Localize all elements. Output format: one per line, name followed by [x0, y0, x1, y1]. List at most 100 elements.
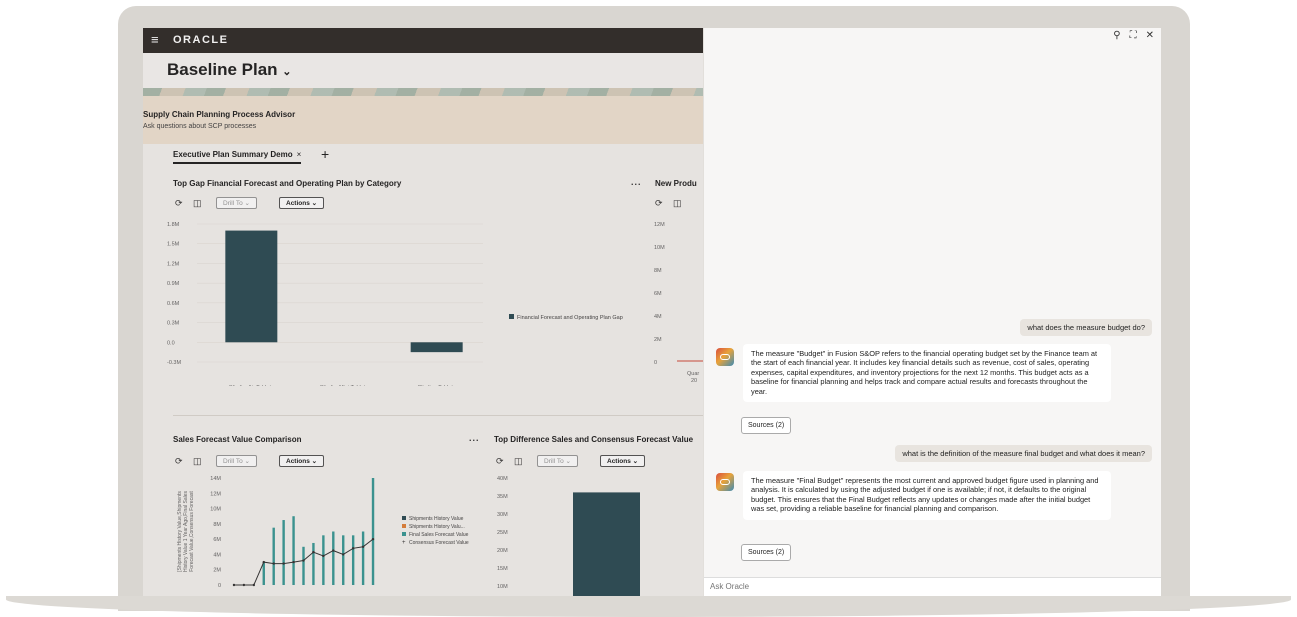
view-icon[interactable]: ◫ [673, 198, 682, 209]
y-tick-label: 40M [497, 476, 508, 482]
actions-label: Actions [286, 200, 310, 207]
legend-label: Financial Forecast and Operating Plan Ga… [517, 315, 623, 321]
bar [342, 535, 345, 585]
legend-marker: + [402, 540, 406, 546]
y-tick-label: 15M [497, 566, 508, 572]
y-tick-label: 8M [213, 522, 221, 528]
view-icon[interactable]: ◫ [514, 456, 523, 467]
decorative-banner [143, 88, 703, 96]
page-title[interactable]: Baseline Plan ⌄ [167, 60, 292, 80]
panel-menu-icon[interactable]: ... [631, 177, 642, 187]
y-tick-label: 2M [654, 337, 662, 343]
top-difference-chart: 40M 35M 30M 25M 20M 15M 10M [497, 476, 640, 596]
point [361, 545, 365, 548]
refresh-icon[interactable]: ⟳ [175, 456, 183, 467]
y-tick-label: 0.9M [167, 281, 180, 287]
y-tick-label: 0.3M [167, 321, 180, 327]
assistant-message: The measure "Budget" in Fusion S&OP refe… [743, 344, 1111, 403]
actions-button[interactable]: Actions ⌄ [600, 455, 646, 467]
bar [282, 520, 285, 585]
point [332, 549, 335, 552]
point [242, 583, 246, 587]
tab-close-icon[interactable]: × [297, 150, 302, 159]
oracle-assistant-avatar [716, 348, 734, 366]
view-icon[interactable]: ◫ [193, 456, 202, 467]
expand-icon[interactable]: ⛶ [1130, 30, 1137, 41]
point [272, 562, 275, 565]
point [262, 560, 265, 564]
bar [302, 546, 305, 585]
hamburger-menu-icon[interactable]: ≡ [151, 33, 159, 47]
panel-title-top-gap: Top Gap Financial Forecast and Operating… [173, 179, 402, 188]
legend-label: Shipments History Value [409, 516, 464, 522]
bar [332, 531, 335, 585]
legend-swatch [402, 516, 406, 520]
point [351, 547, 355, 550]
add-tab-icon[interactable]: + [321, 146, 329, 162]
actions-label: Actions [607, 458, 631, 465]
y-tick-label: 6M [654, 291, 662, 297]
oracle-logo: ORACLE [173, 34, 229, 46]
y-tick-label: 0 [218, 583, 221, 589]
ask-oracle-input[interactable] [710, 582, 1010, 591]
legend-swatch [509, 314, 514, 319]
drill-to-button[interactable]: Drill To ⌄ [216, 455, 258, 467]
bar [312, 542, 315, 585]
point [252, 583, 256, 587]
y-tick-label: 25M [497, 530, 508, 536]
refresh-icon[interactable]: ⟳ [496, 456, 504, 467]
actions-button[interactable]: Actions ⌄ [279, 455, 325, 467]
y-tick-label: 4M [213, 552, 221, 558]
y-tick-label: 12M [654, 222, 665, 228]
close-icon[interactable]: ✕ [1146, 30, 1154, 41]
pin-icon[interactable]: ⚲ [1113, 30, 1120, 41]
y-tick-label: 0.6M [167, 301, 180, 307]
section-divider [173, 415, 703, 416]
user-message: what does the measure budget do? [1020, 319, 1152, 336]
y-tick-label: 0.0 [167, 340, 175, 346]
legend-swatch [402, 524, 406, 528]
point [282, 562, 285, 565]
bar [272, 527, 275, 585]
bar [262, 562, 265, 585]
legend-swatch [402, 532, 406, 536]
legend-label: Final Sales Forecast Value [409, 532, 469, 538]
sources-button[interactable]: Sources (2) [741, 417, 792, 434]
panel-title-sales-forecast: Sales Forecast Value Comparison [173, 435, 302, 444]
drill-to-label: Drill To [544, 458, 564, 465]
chevron-down-icon[interactable]: ⌄ [282, 66, 291, 78]
y-tick-label: 6M [213, 537, 221, 543]
y-tick-label: 1.8M [167, 222, 180, 228]
chat-toolbar: ⚲ ⛶ ✕ [1104, 30, 1154, 41]
y-axis-label: Forecast Value,Consensus Forecast [189, 491, 195, 572]
panel-menu-icon[interactable]: ... [469, 433, 480, 443]
advisor-title[interactable]: Supply Chain Planning Process Advisor [143, 110, 295, 119]
panel-title-top-difference: Top Difference Sales and Consensus Forec… [494, 435, 694, 444]
sales-forecast-chart: [Shipments History Value,Shipments Histor… [177, 476, 469, 589]
actions-button[interactable]: Actions ⌄ [279, 197, 325, 209]
bar [573, 492, 640, 596]
point [322, 554, 325, 558]
y-tick-label: -0.3M [167, 360, 181, 366]
point [232, 583, 236, 587]
sources-button[interactable]: Sources (2) [741, 544, 792, 561]
bar [371, 478, 375, 585]
page-title-text: Baseline Plan [167, 60, 278, 79]
bar [410, 342, 463, 353]
advisor-subtitle: Ask questions about SCP processes [143, 123, 257, 130]
y-tick-label: 2M [213, 568, 221, 574]
top-gap-chart: 1.8M 1.5M 1.2M 0.9M 0.6M 0.3M 0.0 -0.3M Slimline… [167, 222, 623, 386]
y-tick-label: 0 [654, 360, 657, 366]
drill-to-button[interactable]: Drill To ⌄ [537, 455, 579, 467]
x-tick-label: SlimlineAir Tablets [229, 385, 274, 386]
y-tick-label: 14M [210, 476, 221, 482]
refresh-icon[interactable]: ⟳ [175, 198, 183, 209]
view-icon[interactable]: ◫ [193, 198, 202, 209]
point [342, 553, 345, 556]
y-tick-label: 35M [497, 494, 508, 500]
refresh-icon[interactable]: ⟳ [655, 198, 663, 209]
tab-executive-plan-summary[interactable]: Executive Plan Summary Demo × [173, 150, 302, 164]
x-tick-label: Quar [687, 371, 699, 377]
app-header: ≡ ORACLE [143, 28, 703, 53]
drill-to-button[interactable]: Drill To ⌄ [216, 197, 258, 209]
